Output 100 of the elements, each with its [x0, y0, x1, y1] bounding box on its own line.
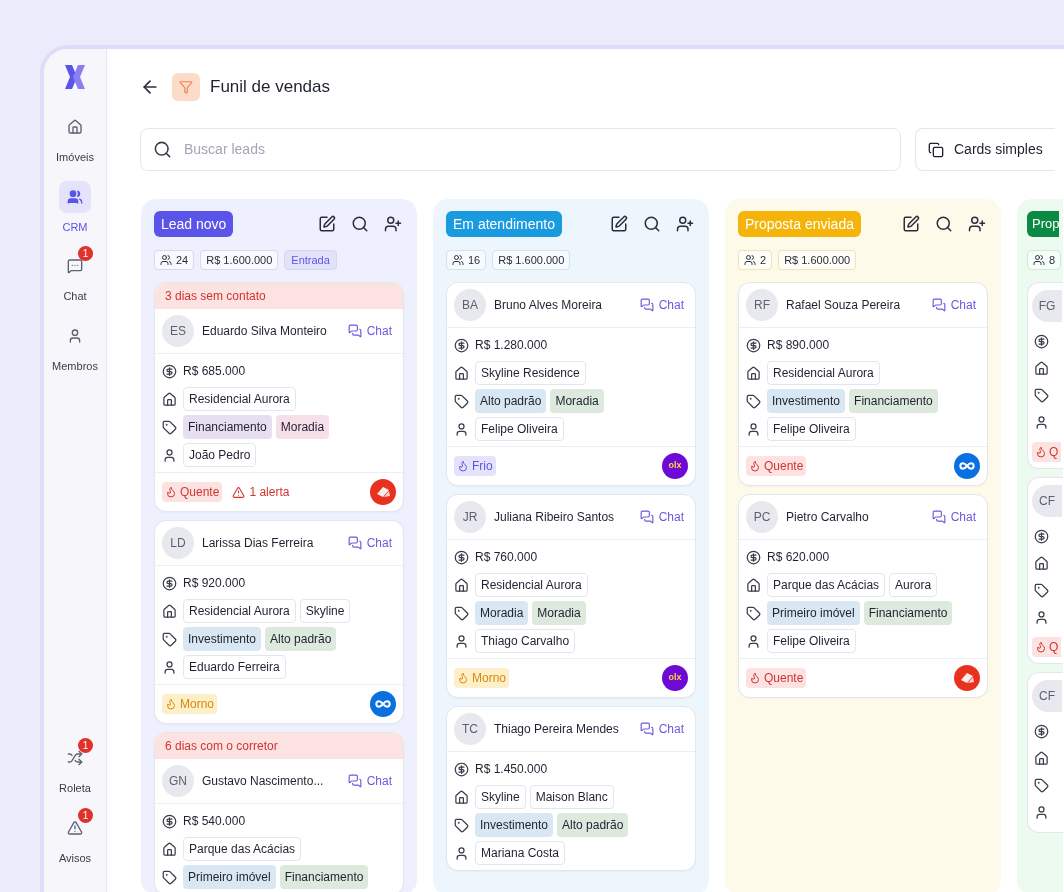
tag-icon — [162, 869, 177, 885]
chat-button[interactable]: Chat — [931, 508, 980, 526]
avatar: PC — [746, 501, 778, 533]
add-user-icon[interactable] — [384, 215, 402, 233]
chat-button[interactable]: Chat — [347, 772, 396, 790]
search-input[interactable]: Buscar leads — [184, 139, 888, 160]
edit-icon[interactable] — [902, 215, 920, 233]
tag-chip: Investimento — [767, 389, 846, 413]
tag-chip: Moradia — [550, 389, 604, 413]
temperature-tag: Quente — [746, 668, 807, 688]
chat-button[interactable]: Chat — [639, 296, 688, 314]
add-user-icon[interactable] — [968, 215, 986, 233]
lead-count: 8 — [1027, 250, 1062, 270]
warning-icon — [67, 819, 83, 836]
chat-icon — [931, 510, 946, 524]
sidebar-item[interactable] — [59, 180, 91, 213]
lead-card[interactable]: JR Juliana Ribeiro Santos Chat R$ 760.000 Residencial Aurora Moradia Moradia Thiago Carvalho Morno olx — [446, 494, 696, 698]
search-icon[interactable] — [935, 215, 953, 233]
search-icon[interactable] — [351, 215, 369, 233]
tag-icon — [162, 631, 177, 647]
chat-icon — [639, 510, 654, 524]
tag-icon — [454, 393, 469, 409]
lead-card[interactable]: PC Pietro Carvalho Chat R$ 620.000 Parque das Acácias Aurora Primeiro imóvel Financiamento Felipe Oliveira Quente — [738, 494, 988, 698]
chat-icon — [639, 722, 654, 736]
property-chip: Residencial Aurora — [767, 361, 880, 385]
chat-button[interactable]: Chat — [931, 296, 980, 314]
user-icon — [454, 421, 469, 437]
add-user-icon[interactable] — [676, 215, 694, 233]
notification-badge: 1 — [78, 807, 93, 823]
card-alert: 3 dias sem contato — [155, 283, 403, 309]
temperature-tag: Morno — [162, 694, 217, 714]
avatar: LD — [162, 527, 194, 559]
stage-label[interactable]: Prop — [1027, 211, 1060, 237]
lead-value: R$ 1.450.000 — [475, 761, 548, 778]
lead-value: R$ 1.280.000 — [475, 337, 548, 354]
tilted-shapes-logo-icon — [370, 479, 396, 505]
property-chip: Residencial Aurora — [475, 573, 588, 597]
home-icon — [1034, 751, 1049, 766]
total-value: R$ 1.600.000 — [778, 250, 857, 270]
tag-chip: Moradia — [532, 601, 586, 625]
temperature-tag: Quente — [162, 482, 223, 502]
chat-button[interactable]: Chat — [639, 508, 688, 526]
avatar: RF — [746, 289, 778, 321]
funnel-icon — [172, 73, 200, 101]
agent-chip: Mariana Costa — [475, 841, 566, 865]
user-icon — [454, 845, 469, 861]
user-icon — [1034, 610, 1049, 625]
lead-card[interactable]: BA Bruno Alves Moreira Chat R$ 1.280.000 Skyline Residence Alto padrão Moradia Felipe Oliveira Frio olx — [446, 282, 696, 486]
tag-chip: Financiamento — [863, 601, 953, 625]
lead-card[interactable]: FG Q — [1027, 282, 1063, 469]
lead-card[interactable]: 3 dias sem contato ES Eduardo Silva Monteiro Chat R$ 685.000 Residencial Aurora Financiamento Moradia João Pedro Quente 1 alerta — [154, 282, 404, 512]
tilted-shapes-logo-icon — [954, 665, 980, 691]
users-icon — [67, 188, 83, 205]
lead-card[interactable]: TC Thiago Pereira Mendes Chat R$ 1.450.000 Skyline Maison Blanc Investimento Alto padrão Mariana Costa — [446, 706, 696, 871]
chat-icon — [931, 298, 946, 312]
user-icon — [746, 633, 761, 649]
edit-icon[interactable] — [610, 215, 628, 233]
tag-icon — [1034, 388, 1049, 403]
property-chip: Skyline — [299, 599, 351, 623]
stage-label[interactable]: Lead novo — [154, 211, 234, 237]
chat-button[interactable]: Chat — [639, 720, 688, 738]
search-field[interactable]: Buscar leads — [140, 128, 901, 171]
dollar-icon — [1034, 529, 1049, 544]
search-icon[interactable] — [643, 215, 661, 233]
property-chip: Maison Blanc — [529, 785, 614, 809]
lead-card[interactable]: RF Rafael Souza Pereira Chat R$ 890.000 Residencial Aurora Investimento Financiamento Felipe Oliveira Quente — [738, 282, 988, 486]
property-chip: Residencial Aurora — [183, 599, 296, 623]
lead-count: 2 — [738, 250, 773, 270]
chat-icon — [67, 258, 83, 274]
dollar-icon — [1034, 334, 1049, 349]
tag-chip: Investimento — [183, 627, 262, 651]
home-icon — [67, 119, 83, 135]
lead-card[interactable]: 6 dias com o corretor GN Gustavo Nascimento... Chat R$ 540.000 Parque das Acácias Primeiro imóvel Financiamento — [154, 732, 404, 892]
home-icon — [162, 391, 177, 407]
stage-badge: Entrada — [284, 250, 337, 270]
chat-button[interactable]: Chat — [347, 322, 396, 340]
lead-value: R$ 540.000 — [183, 813, 246, 830]
users-icon — [452, 254, 464, 266]
tag-chip: Financiamento — [183, 415, 272, 439]
stage-label[interactable]: Em atendimento — [446, 211, 562, 237]
dollar-icon — [162, 813, 177, 829]
lead-card[interactable]: CF Q — [1027, 477, 1063, 664]
home-icon — [162, 603, 177, 619]
chat-button[interactable]: Chat — [347, 534, 396, 552]
avatar: ES — [162, 315, 194, 347]
edit-icon[interactable] — [318, 215, 336, 233]
chat-icon — [639, 298, 654, 312]
lead-card[interactable]: CF — [1027, 672, 1063, 833]
page-title: Funil de vendas — [210, 76, 331, 99]
dollar-icon — [454, 549, 469, 565]
chat-icon — [347, 536, 362, 550]
temperature-tag: Quente — [746, 456, 807, 476]
lead-card[interactable]: LD Larissa Dias Ferreira Chat R$ 920.000 Residencial Aurora Skyline Investimento Alto padrão Eduardo Ferreira Morno — [154, 520, 404, 724]
lead-value: R$ 760.000 — [475, 549, 538, 566]
lead-name: Gustavo Nascimento... — [202, 773, 325, 790]
property-chip: Aurora — [889, 573, 938, 597]
total-value: R$ 1.600.000 — [492, 250, 571, 270]
view-mode-button[interactable]: Cards simples — [915, 128, 1055, 171]
home-icon — [1034, 361, 1049, 376]
tag-chip: Alto padrão — [557, 813, 629, 837]
